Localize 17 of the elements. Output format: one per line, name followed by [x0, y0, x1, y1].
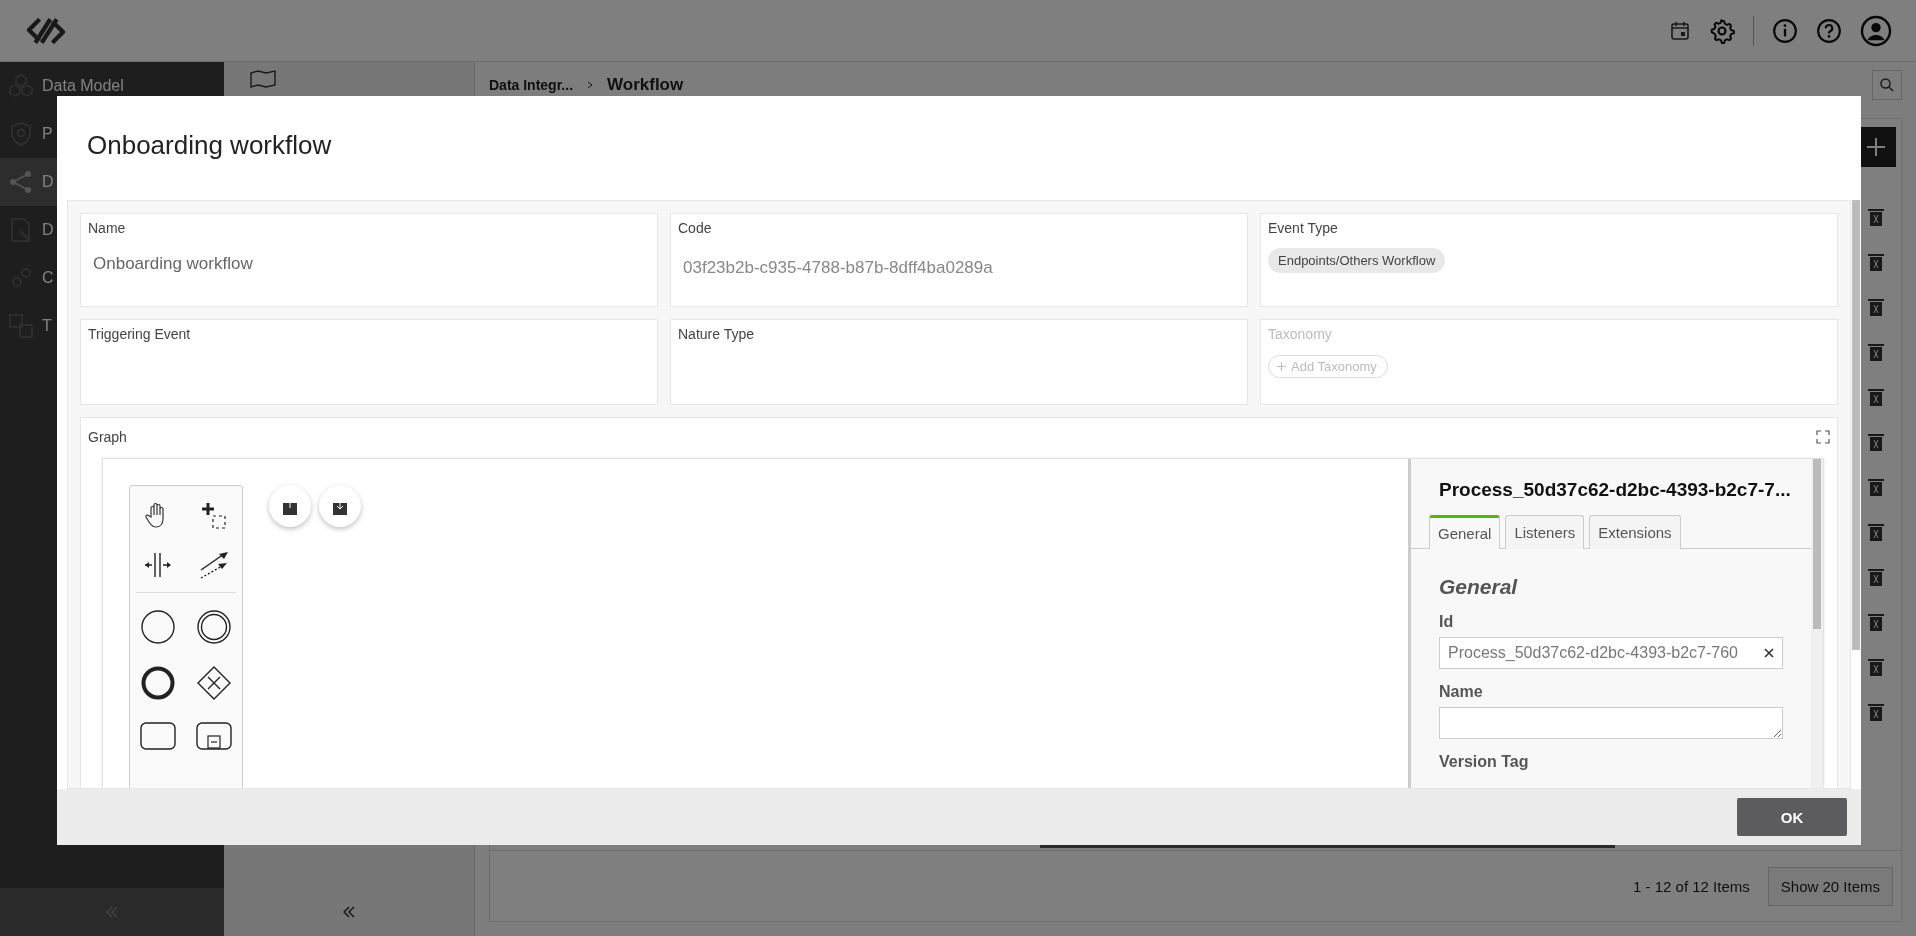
- pager-summary: 1 - 12 of 12 Items: [1633, 877, 1750, 895]
- field-value: 03f23b2b-c935-4788-b87b-8dff4ba0289a: [682, 258, 993, 278]
- field-label: Name: [1439, 683, 1484, 701]
- field-label: Event Type: [1268, 220, 1338, 236]
- section-heading: General: [1439, 575, 1519, 599]
- field-label: Nature Type: [678, 326, 754, 342]
- field-label: Graph: [88, 429, 127, 445]
- field-label: Id: [1439, 613, 1455, 631]
- dialog-title: Onboarding workflow: [86, 129, 333, 162]
- breadcrumb-current: Workflow: [607, 75, 685, 95]
- field-label: Code: [678, 220, 712, 236]
- field-label: Taxonomy: [1268, 326, 1332, 342]
- field-label: Triggering Event: [88, 326, 191, 342]
- field-label: Name: [88, 220, 126, 236]
- field-label: Version Tag: [1439, 753, 1530, 771]
- field-value: Onboarding workflow: [92, 254, 253, 274]
- properties-title: Process_50d37c62-d2bc-4393-b2c7-7...: [1438, 479, 1792, 501]
